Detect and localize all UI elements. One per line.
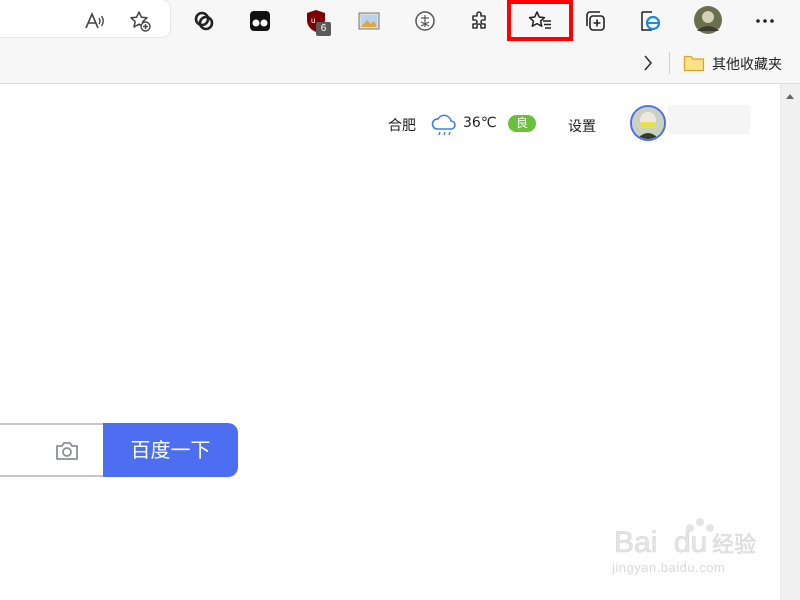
extension-circle-icon[interactable]	[410, 6, 440, 36]
user-avatar[interactable]	[630, 105, 666, 141]
extension-link-icon[interactable]	[189, 6, 219, 36]
cloud-rain-icon	[431, 114, 456, 136]
add-favorite-icon[interactable]	[125, 6, 155, 36]
extension-badge-count: 6	[316, 22, 331, 36]
collections-icon[interactable]	[580, 6, 610, 36]
search-input[interactable]	[0, 423, 106, 477]
folder-icon	[683, 55, 705, 72]
more-menu-icon[interactable]	[750, 6, 780, 36]
weather-city[interactable]: 合肥	[388, 115, 416, 135]
extensions-puzzle-icon[interactable]	[464, 6, 494, 36]
svg-text:du: du	[674, 526, 707, 559]
username-placeholder[interactable]	[668, 105, 750, 134]
divider	[669, 52, 670, 74]
svg-text:经验: 经验	[712, 533, 756, 558]
svg-text:Bai: Bai	[614, 526, 657, 559]
baidu-jingyan-watermark: Bai du 经验	[614, 518, 756, 559]
favorites-bar: 其他收藏夹	[0, 43, 800, 84]
ie-mode-icon[interactable]	[635, 6, 665, 36]
watermark-url: jingyan.baidu.com	[612, 560, 726, 575]
svg-text:u: u	[311, 16, 315, 25]
extension-tampermonkey-icon[interactable]	[245, 6, 275, 36]
weather-temperature: 36℃	[463, 115, 497, 131]
highlight-box	[507, 0, 573, 41]
profile-avatar[interactable]	[693, 5, 723, 35]
scrollbar[interactable]	[780, 84, 800, 600]
chevron-right-icon[interactable]	[640, 52, 656, 74]
read-aloud-icon[interactable]	[80, 6, 110, 36]
settings-link[interactable]: 设置	[568, 116, 596, 136]
camera-icon[interactable]	[54, 439, 80, 463]
other-favorites-folder[interactable]: 其他收藏夹	[712, 54, 782, 74]
air-quality-badge: 良	[508, 115, 536, 132]
extension-image-icon[interactable]	[354, 6, 384, 36]
scroll-up-arrow-icon[interactable]	[785, 92, 795, 100]
search-button[interactable]: 百度一下	[103, 423, 238, 477]
browser-toolbar: u 6	[0, 0, 800, 43]
